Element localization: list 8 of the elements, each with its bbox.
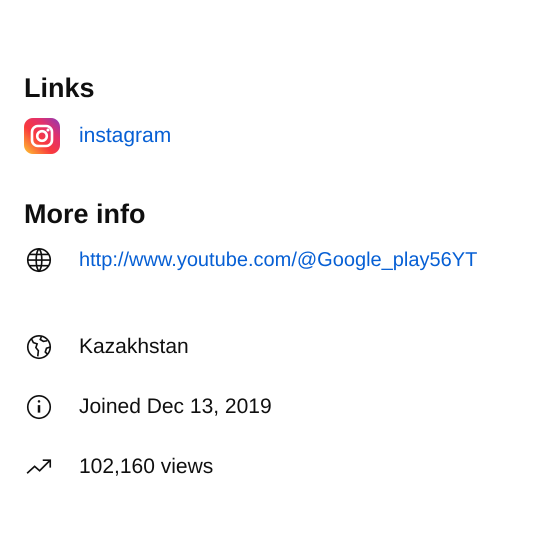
social-link[interactable]: instagram: [79, 120, 172, 152]
info-text: Kazakhstan: [79, 334, 189, 360]
info-text: 102,160 views: [79, 454, 214, 480]
info-text: Joined Dec 13, 2019: [79, 394, 272, 420]
section-heading: Links: [24, 72, 96, 104]
camera-app-icon: [24, 118, 60, 154]
section-heading: More info: [24, 198, 146, 230]
channel-link[interactable]: http://www.youtube.com/@Google_play56YT: [79, 244, 478, 274]
